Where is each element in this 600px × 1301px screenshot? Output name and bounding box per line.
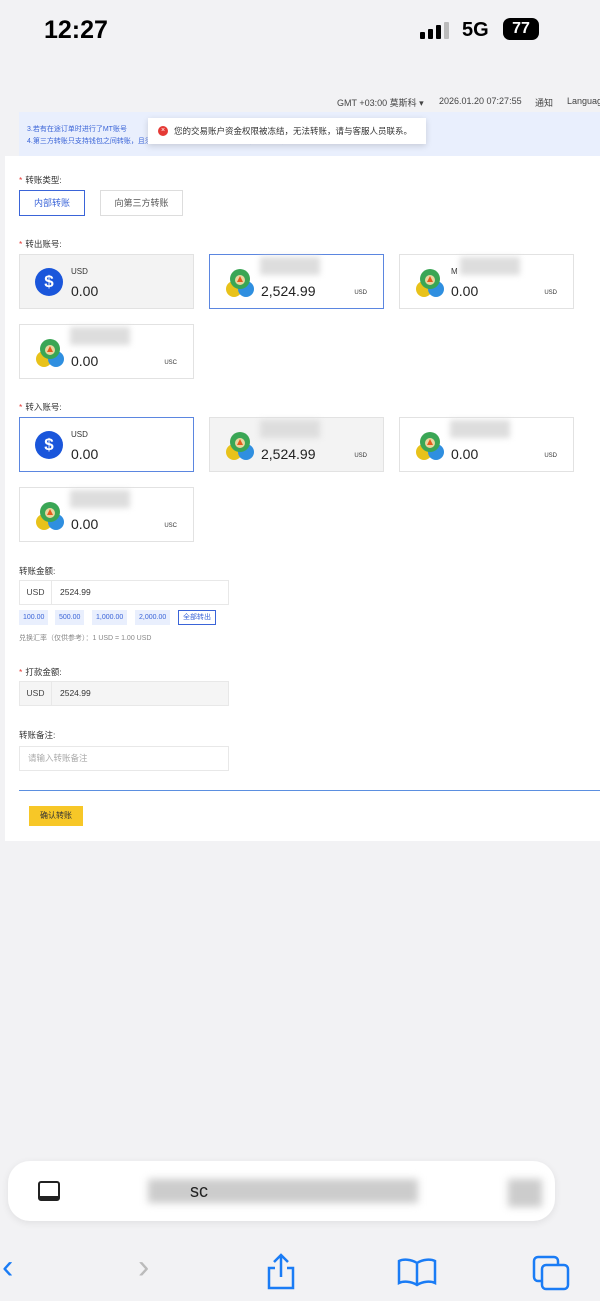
- amount-label: 转账金额:: [19, 566, 56, 576]
- type-internal-button[interactable]: 内部转账: [19, 190, 85, 216]
- confirm-transfer-button[interactable]: 确认转账: [29, 806, 83, 826]
- mt-icon: [416, 269, 444, 297]
- exchange-rate: 兑换汇率（仅供参考）：1 USD = 1.00 USD: [19, 635, 152, 642]
- error-icon: ×: [158, 126, 168, 136]
- forward-icon[interactable]: ›: [138, 1248, 149, 1287]
- notice-link[interactable]: 通知: [535, 96, 553, 109]
- clock: 12:27: [44, 16, 108, 44]
- to-account-wallet[interactable]: $ USD 0.00: [19, 417, 194, 472]
- browser-toolbar: ‹ ›: [0, 1240, 600, 1301]
- timezone-select[interactable]: GMT +03:00 莫斯科 ▾: [337, 96, 424, 109]
- battery-icon: 77: [503, 18, 539, 40]
- mt-icon: [416, 432, 444, 460]
- tabs-icon[interactable]: [532, 1255, 572, 1291]
- dollar-icon: $: [35, 431, 63, 459]
- status-bar: 12:27 5G 77: [0, 0, 600, 75]
- pay-amount-label: * 打款金额:: [19, 667, 62, 677]
- mt-icon: [226, 432, 254, 460]
- transfer-all-button[interactable]: 全部转出: [178, 610, 216, 625]
- divider: [19, 790, 600, 791]
- network-type: 5G: [462, 19, 489, 41]
- quick-amount-500[interactable]: 500.00: [55, 610, 85, 625]
- reload-icon[interactable]: [508, 1179, 542, 1207]
- quick-amount-100[interactable]: 100.00: [19, 610, 49, 625]
- mt-icon: [36, 339, 64, 367]
- from-account-mt[interactable]: 0.00 USC: [19, 324, 194, 379]
- share-icon[interactable]: [265, 1252, 297, 1292]
- datetime: 2026.01.20 07:27:55: [439, 96, 522, 106]
- to-account-label: * 转入账号:: [19, 402, 62, 412]
- amount-input[interactable]: USD 2524.99: [19, 580, 229, 605]
- from-account-wallet[interactable]: $ USD 0.00: [19, 254, 194, 309]
- mt-icon: [36, 502, 64, 530]
- mt-icon: [226, 269, 254, 297]
- dollar-icon: $: [35, 268, 63, 296]
- bookmarks-icon[interactable]: [397, 1257, 437, 1287]
- quick-amount-2000[interactable]: 2,000.00: [135, 610, 171, 625]
- type-third-party-button[interactable]: 向第三方转账: [100, 190, 183, 216]
- from-account-label: * 转出账号:: [19, 239, 62, 249]
- error-toast: × 您的交易账户资金权限被冻结，无法转账，请与客服人员联系。: [148, 118, 426, 144]
- to-account-mt[interactable]: 2,524.99 USD: [209, 417, 384, 472]
- pay-amount-field: USD 2524.99: [19, 681, 229, 706]
- address-bar[interactable]: sc: [8, 1161, 555, 1221]
- to-account-mt[interactable]: 0.00 USC: [19, 487, 194, 542]
- transfer-type-label: * 转账类型:: [19, 175, 62, 185]
- from-account-mt[interactable]: M 0.00 USD: [399, 254, 574, 309]
- from-account-mt[interactable]: 2,524.99 USD: [209, 254, 384, 309]
- remark-label: 转账备注:: [19, 730, 56, 740]
- back-icon[interactable]: ‹: [2, 1248, 13, 1287]
- tabs-overview-icon[interactable]: [38, 1181, 60, 1201]
- remark-input[interactable]: 请输入转账备注: [19, 746, 229, 771]
- quick-amount-1000[interactable]: 1,000.00: [92, 610, 128, 625]
- to-account-mt[interactable]: 0.00 USD: [399, 417, 574, 472]
- address-text: sc: [190, 1181, 208, 1201]
- signal-icon: [420, 22, 449, 39]
- language-select[interactable]: Languag: [567, 96, 600, 106]
